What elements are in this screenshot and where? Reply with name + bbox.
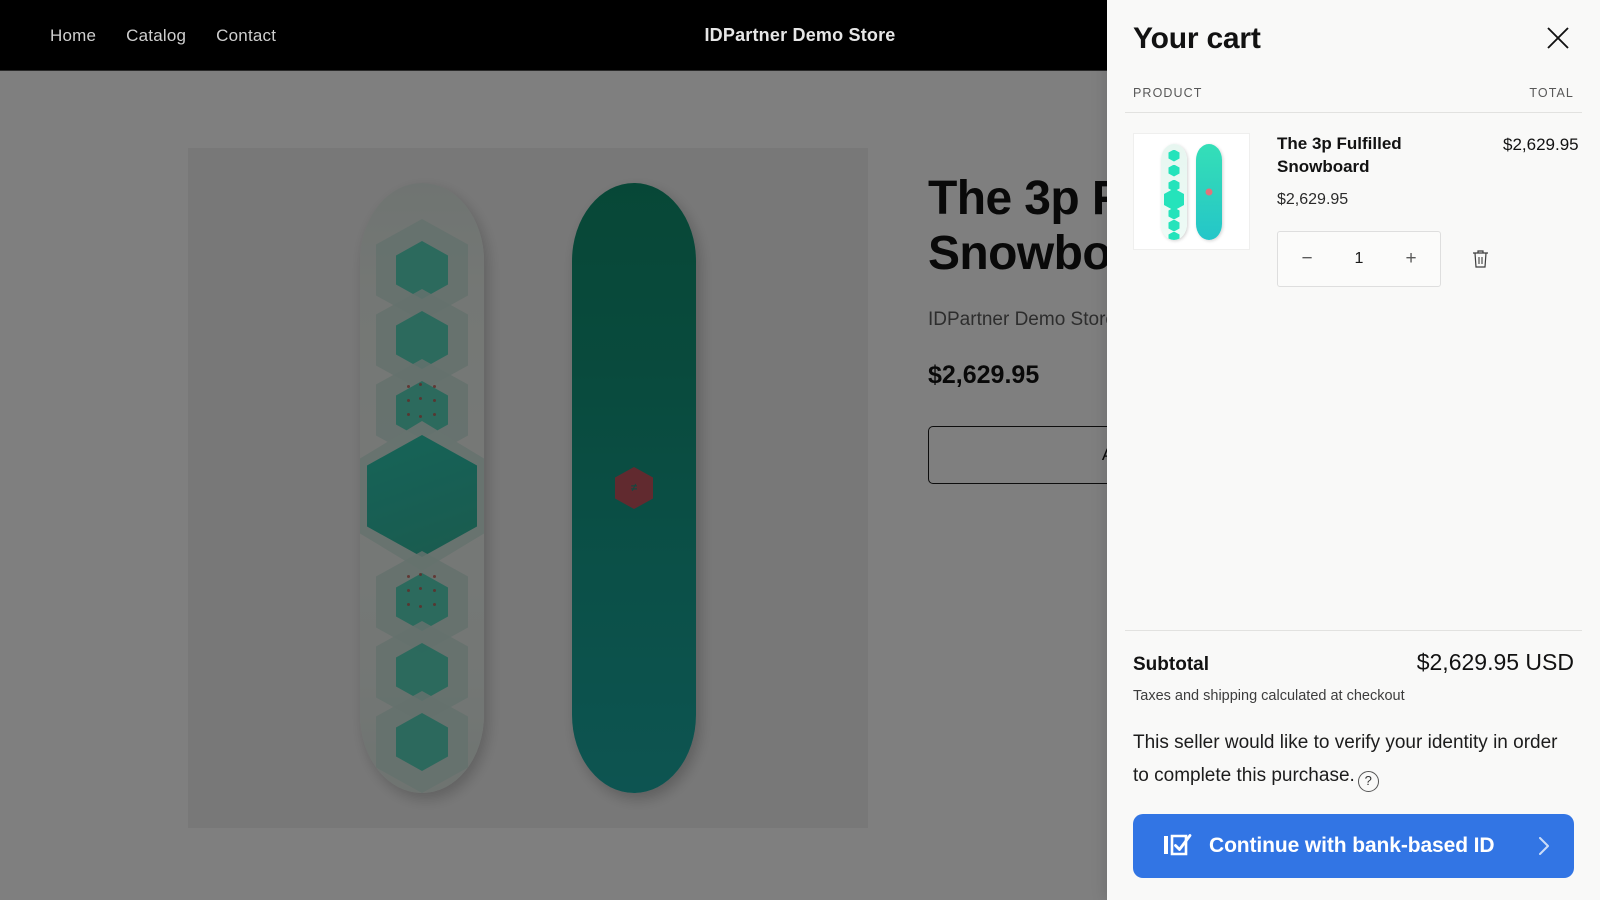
quantity-value: 1 [1354, 249, 1364, 267]
quantity-stepper[interactable]: − 1 + [1277, 230, 1441, 287]
subtotal-row: Subtotal $2,629.95 USD [1133, 649, 1574, 676]
cart-item-details: The 3p Fulfilled Snowboard $2,629.95 − 1… [1250, 133, 1503, 287]
thumbnail-badge-dot [1205, 188, 1213, 195]
close-icon[interactable] [1538, 18, 1578, 58]
continue-button-label: Continue with bank-based ID [1209, 834, 1495, 857]
product-thumbnail[interactable] [1133, 133, 1250, 250]
cart-line-items: The 3p Fulfilled Snowboard $2,629.95 − 1… [1107, 113, 1600, 630]
identity-verification-note: This seller would like to verify your id… [1133, 726, 1573, 793]
quantity-increase-button[interactable]: + [1398, 246, 1424, 272]
cart-item-unit-price: $2,629.95 [1277, 190, 1349, 208]
subtotal-value: $2,629.95 USD [1416, 648, 1574, 675]
continue-with-bank-id-button[interactable]: Continue with bank-based ID [1133, 814, 1574, 878]
help-icon[interactable]: ? [1357, 770, 1379, 792]
cart-title: Your cart [1133, 22, 1261, 55]
cart-footer: Subtotal $2,629.95 USD Taxes and shippin… [1107, 629, 1600, 900]
cart-drawer: Your cart PRODUCT TOTAL The 3p Fulfilled… [1107, 0, 1600, 900]
identity-verification-text: This seller would like to verify your id… [1133, 731, 1558, 786]
screen: Home Catalog Contact IDPartner Demo Stor… [0, 0, 1600, 900]
cart-item-line-total: $2,629.95 [1503, 135, 1579, 154]
chevron-right-icon [1537, 835, 1552, 857]
cart-item-quantity-row: − 1 + [1277, 230, 1493, 287]
bank-id-icon [1163, 831, 1193, 862]
column-header-product: PRODUCT [1133, 86, 1203, 100]
cart-header: Your cart [1107, 0, 1600, 76]
cart-item-title[interactable]: The 3p Fulfilled Snowboard [1277, 133, 1452, 179]
divider [1125, 629, 1582, 631]
modal-dim-overlay[interactable] [0, 71, 1107, 900]
thumbnail-snowboard-base [1196, 143, 1222, 240]
cart-column-headers: PRODUCT TOTAL [1107, 76, 1600, 112]
cart-line-item: The 3p Fulfilled Snowboard $2,629.95 − 1… [1125, 113, 1582, 287]
subtotal-label: Subtotal [1133, 653, 1209, 675]
trash-icon[interactable] [1467, 246, 1493, 272]
thumbnail-snowboard-top [1161, 143, 1187, 240]
tax-shipping-note: Taxes and shipping calculated at checkou… [1133, 687, 1405, 704]
quantity-decrease-button[interactable]: − [1294, 246, 1320, 272]
column-header-total: TOTAL [1529, 86, 1574, 100]
